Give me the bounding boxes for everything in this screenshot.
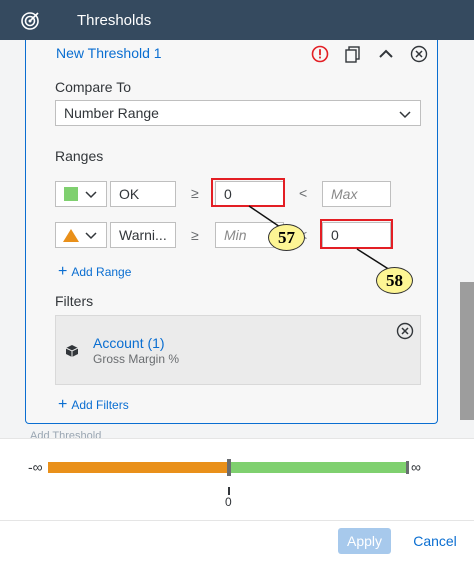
range-boundary-marker[interactable] — [227, 459, 231, 476]
range-segment-ok — [229, 462, 409, 473]
filter-title[interactable]: Account (1) — [93, 335, 165, 351]
range-max-label: ∞ — [411, 459, 421, 475]
callout-badge: 57 — [268, 224, 305, 251]
scrollbar-thumb[interactable] — [460, 282, 474, 420]
plus-icon: + — [58, 263, 68, 280]
close-circle-icon[interactable] — [396, 322, 414, 345]
add-filters-label: Add Filters — [71, 398, 129, 412]
plus-icon: + — [58, 396, 68, 413]
range-tick-label: 0 — [225, 495, 232, 509]
add-range-label: Add Range — [71, 265, 132, 279]
filter-subtitle: Gross Margin % — [93, 352, 180, 366]
footer-bar — [0, 520, 474, 563]
range-preview-area — [0, 438, 474, 520]
range-tick — [228, 487, 230, 495]
add-filters-button[interactable]: + Add Filters — [58, 397, 129, 413]
range-segment-warning — [48, 462, 229, 473]
cancel-button[interactable]: Cancel — [404, 528, 466, 554]
filter-card[interactable]: Account (1) Gross Margin % — [55, 315, 421, 385]
range-min-label: -∞ — [28, 459, 43, 475]
dimension-icon — [65, 344, 79, 363]
add-range-button[interactable]: + Add Range — [58, 264, 131, 280]
apply-button[interactable]: Apply — [338, 528, 391, 554]
filters-label: Filters — [55, 293, 94, 309]
callout-badge: 58 — [376, 267, 413, 294]
range-end-marker — [406, 461, 409, 474]
